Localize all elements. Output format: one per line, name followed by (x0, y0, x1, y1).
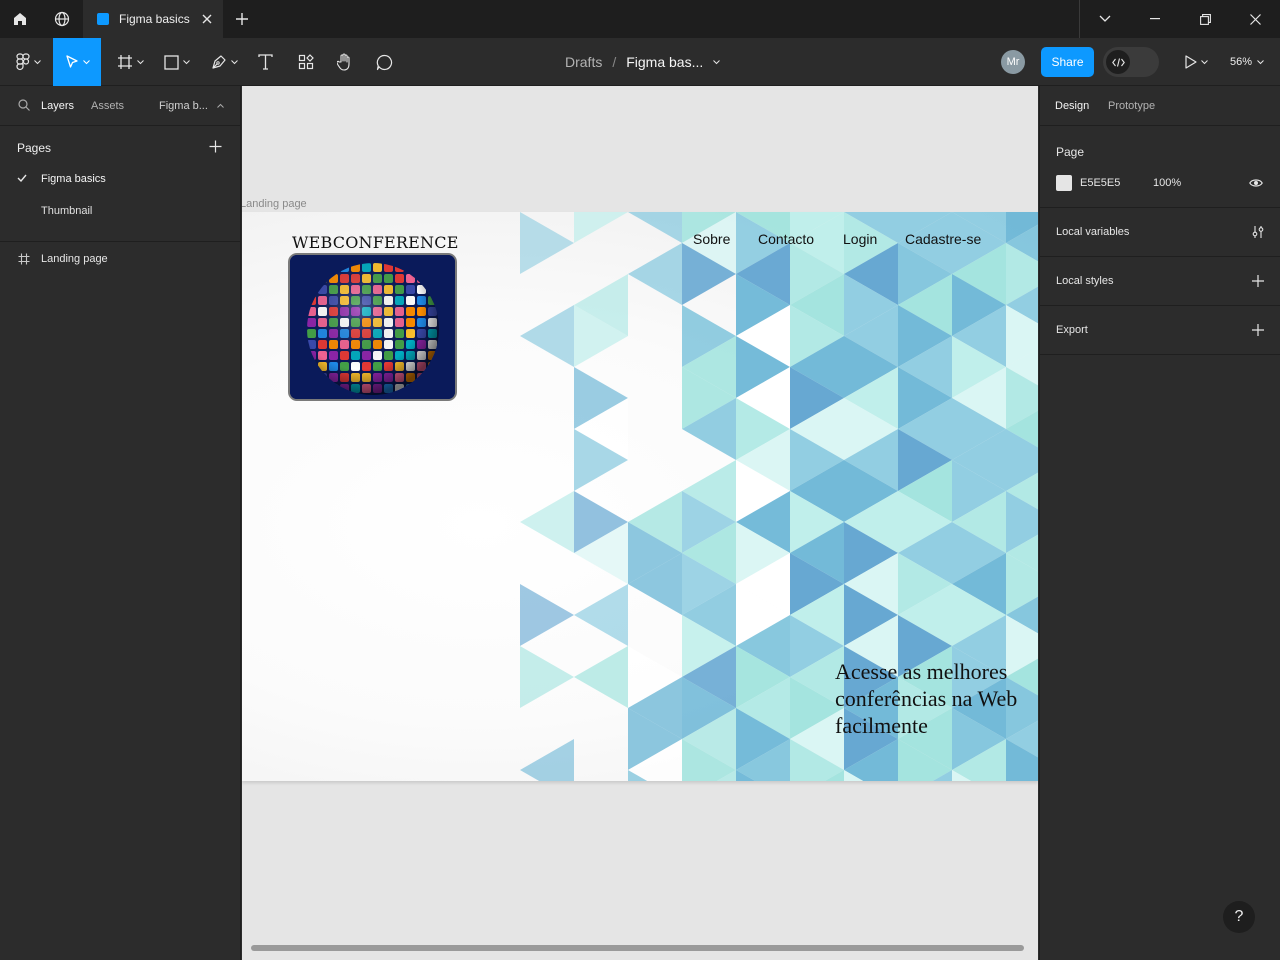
chevron-up-icon[interactable] (217, 103, 224, 108)
local-variables-row[interactable]: Local variables (1040, 208, 1280, 257)
chevron-down-icon (1257, 59, 1264, 64)
comment-icon (376, 54, 392, 70)
hand-tool-button[interactable] (330, 38, 360, 86)
page-opacity[interactable]: 100% (1153, 177, 1181, 189)
page-section: Page E5E5E5 100% (1040, 126, 1280, 208)
canvas[interactable]: Landing page WEBCONFERENCE Sobre Contact… (242, 86, 1038, 960)
frame-tool-button[interactable] (110, 38, 150, 86)
main-menu-button[interactable] (8, 38, 48, 86)
zoom-control[interactable]: 56% (1230, 38, 1264, 86)
file-name[interactable]: Figma bas... (626, 54, 703, 70)
help-button[interactable]: ? (1223, 901, 1255, 933)
horizontal-scrollbar[interactable] (251, 945, 1024, 951)
page-dropdown[interactable]: Figma b... (159, 100, 208, 112)
pen-tool-button[interactable] (204, 38, 244, 86)
variables-icon[interactable] (1251, 225, 1265, 239)
right-panel: Design Prototype Page E5E5E5 100% Local … (1039, 86, 1280, 960)
tab-prototype[interactable]: Prototype (1108, 100, 1155, 112)
text-icon (257, 54, 273, 70)
titlebar-divider (1079, 0, 1080, 38)
chevron-down-icon[interactable] (713, 59, 721, 65)
tab-design[interactable]: Design (1055, 100, 1089, 112)
frame-icon (18, 253, 30, 265)
pages-header: Pages (17, 141, 52, 155)
dev-mode-toggle[interactable] (1103, 47, 1159, 77)
left-panel: Layers Assets Figma b... Pages Figma bas… (0, 86, 241, 960)
nav-link-sobre[interactable]: Sobre (693, 231, 730, 247)
code-icon (1106, 50, 1130, 74)
resources-icon (298, 54, 314, 70)
export-label: Export (1056, 324, 1088, 336)
breadcrumb-drafts[interactable]: Drafts (565, 54, 602, 70)
page-color-hex[interactable]: E5E5E5 (1080, 177, 1120, 189)
tab-assets[interactable]: Assets (91, 100, 124, 112)
add-icon[interactable] (1251, 274, 1265, 288)
panel-divider (0, 241, 241, 242)
home-icon[interactable] (0, 0, 40, 38)
tab-title: Figma basics (119, 12, 190, 26)
layer-item-landing-page[interactable]: Landing page (0, 244, 241, 274)
landing-page-frame[interactable]: WEBCONFERENCE Sobre Contacto Login Cadas… (242, 212, 1038, 781)
check-icon (17, 174, 27, 182)
new-tab-icon[interactable] (222, 0, 262, 38)
page-item-label: Thumbnail (41, 205, 93, 217)
globe-image (288, 253, 457, 401)
avatar[interactable]: Mr (1001, 50, 1025, 74)
figma-file-icon (97, 13, 109, 25)
resources-tool-button[interactable] (291, 38, 321, 86)
comment-tool-button[interactable] (369, 38, 399, 86)
close-window-icon[interactable] (1235, 0, 1275, 38)
right-panel-tabs: Design Prototype (1040, 86, 1280, 126)
layer-label: Landing page (41, 253, 108, 265)
frame-icon (117, 55, 132, 69)
zoom-level: 56% (1230, 56, 1253, 68)
hero-line: facilmente (835, 713, 928, 738)
local-styles-label: Local styles (1056, 275, 1114, 287)
page-item-thumbnail[interactable]: Thumbnail (0, 196, 241, 226)
nav-link-login[interactable]: Login (843, 231, 877, 247)
toolbar: Drafts / Figma bas... Mr Share 56% (0, 38, 1280, 86)
shape-tool-button[interactable] (157, 38, 197, 86)
logo-text: WEBCONFERENCE (292, 233, 459, 252)
minimize-icon[interactable] (1135, 0, 1175, 38)
tab-layers[interactable]: Layers (41, 100, 74, 112)
hero-line: conferências na Web (835, 686, 1018, 711)
page-item-figma-basics[interactable]: Figma basics (0, 164, 241, 194)
add-page-icon[interactable] (209, 140, 222, 153)
breadcrumb: Drafts / Figma bas... (565, 38, 721, 86)
play-icon (1184, 55, 1197, 69)
left-panel-tabs: Layers Assets Figma b... (0, 86, 241, 126)
local-variables-label: Local variables (1056, 226, 1130, 238)
figma-logo-icon (15, 53, 30, 71)
cursor-icon (65, 55, 78, 68)
restore-icon[interactable] (1185, 0, 1225, 38)
globe-icon[interactable] (42, 0, 82, 38)
close-tab-icon[interactable] (199, 11, 215, 27)
file-tab[interactable]: Figma basics (83, 0, 223, 38)
frame-label[interactable]: Landing page (242, 198, 307, 210)
nav-link-contacto[interactable]: Contacto (758, 231, 814, 247)
page-section-title: Page (1056, 145, 1085, 159)
pen-icon (211, 55, 226, 69)
add-icon[interactable] (1251, 323, 1265, 337)
chevron-down-icon[interactable] (1085, 0, 1125, 38)
rectangle-icon (164, 54, 179, 70)
title-bar: Figma basics (0, 0, 1280, 38)
export-row[interactable]: Export (1040, 306, 1280, 355)
eye-icon[interactable] (1249, 178, 1263, 188)
hero-line: Acesse as melhores (835, 659, 1008, 684)
nav-link-cadastre-se[interactable]: Cadastre-se (905, 231, 981, 247)
page-item-label: Figma basics (41, 173, 106, 185)
page-color-swatch[interactable] (1056, 175, 1072, 191)
move-tool-button[interactable] (53, 38, 101, 86)
local-styles-row[interactable]: Local styles (1040, 257, 1280, 306)
search-icon[interactable] (18, 99, 30, 111)
text-tool-button[interactable] (250, 38, 280, 86)
share-button[interactable]: Share (1041, 47, 1094, 77)
present-button[interactable] (1178, 38, 1214, 86)
hero-text: Acesse as melhores conferências na Web f… (835, 658, 1035, 739)
breadcrumb-separator: / (612, 54, 617, 70)
hand-icon (337, 53, 350, 71)
